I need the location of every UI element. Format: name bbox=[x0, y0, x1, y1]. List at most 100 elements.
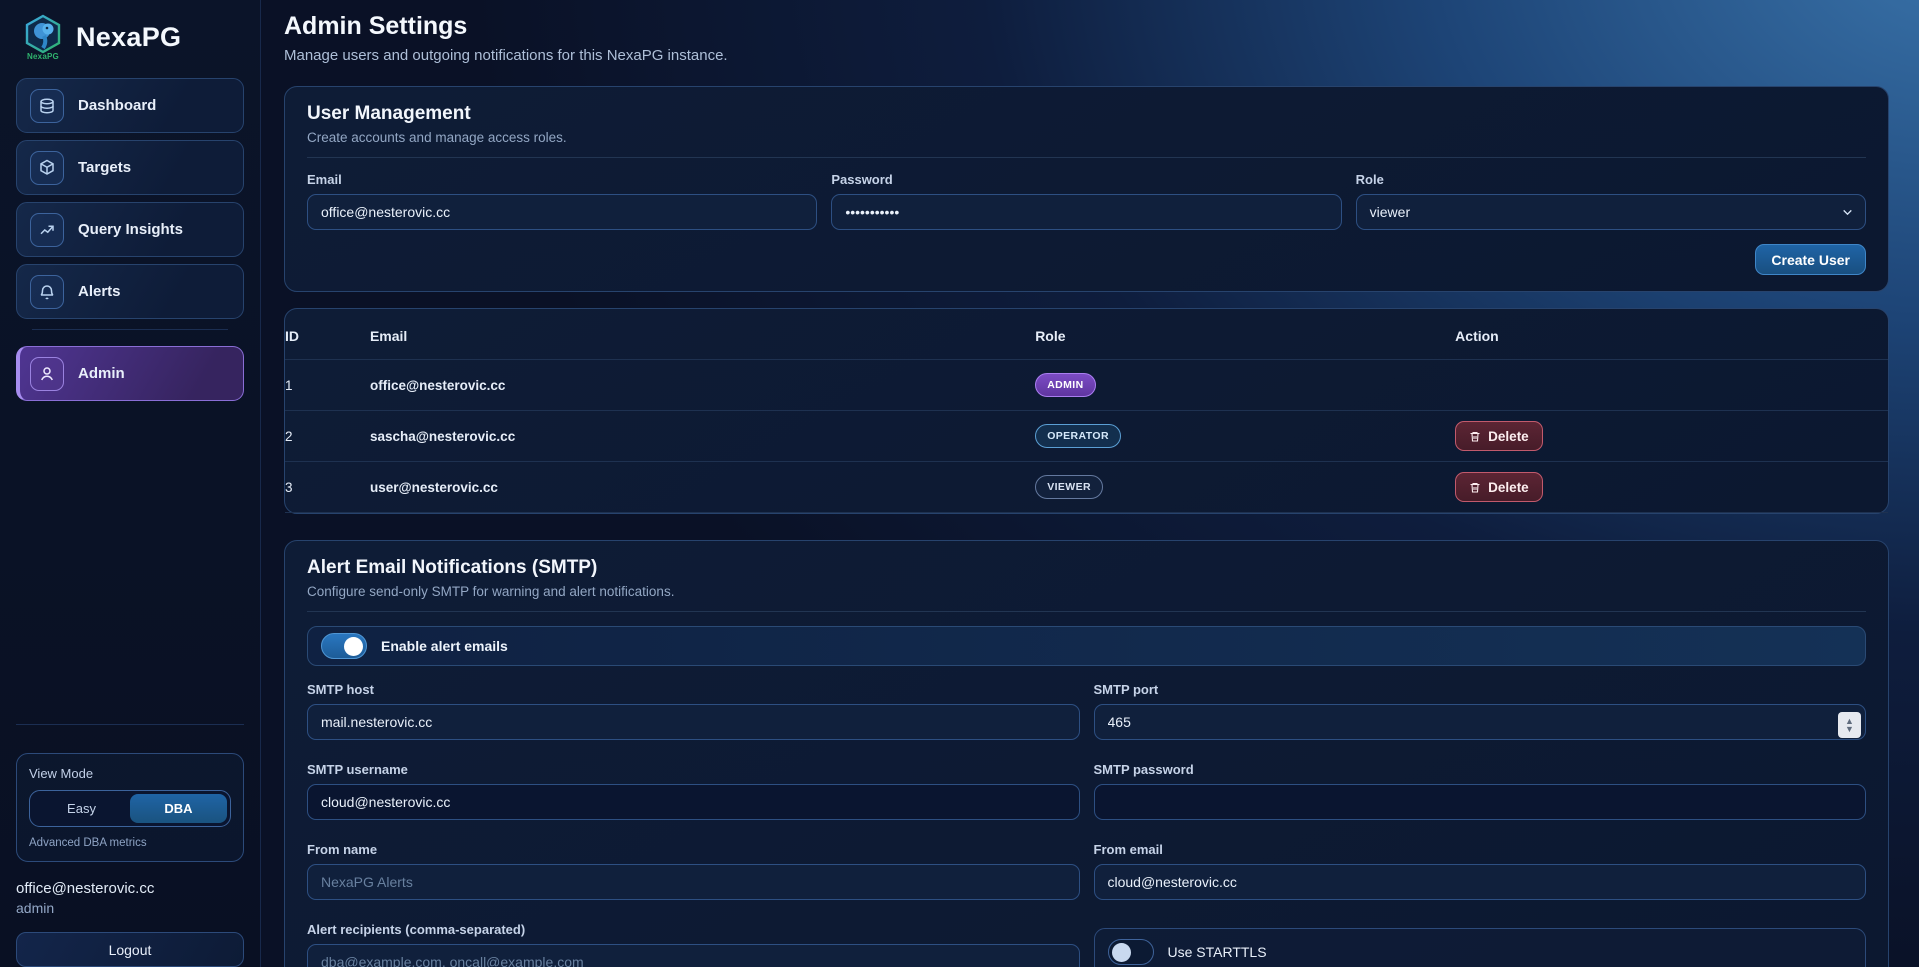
sidebar-divider bbox=[32, 329, 228, 330]
smtp-port-field[interactable] bbox=[1094, 704, 1867, 740]
starttls-label: Use STARTTLS bbox=[1168, 944, 1267, 960]
column-header-action: Action bbox=[1455, 309, 1888, 360]
table-row: 2 sascha@nesterovic.cc OPERATOR Delete bbox=[285, 411, 1888, 462]
trash-icon bbox=[1469, 430, 1481, 443]
user-management-title: User Management bbox=[307, 103, 1866, 125]
chart-line-icon bbox=[30, 213, 64, 247]
user-id: 2 bbox=[285, 411, 370, 462]
user-id: 3 bbox=[285, 462, 370, 513]
user-email: office@nesterovic.cc bbox=[370, 360, 1035, 411]
user-id: 1 bbox=[285, 360, 370, 411]
starttls-row: Use STARTTLS bbox=[1094, 928, 1867, 967]
from-name-label: From name bbox=[307, 842, 1080, 857]
divider bbox=[307, 157, 1866, 158]
users-table: ID Email Role Action 1 office@nesterovic… bbox=[285, 309, 1888, 513]
sidebar: NexaPG NexaPG Dashboard Targets bbox=[0, 0, 261, 967]
user-icon bbox=[30, 357, 64, 391]
current-user-role: admin bbox=[16, 900, 244, 916]
sidebar-nav: Dashboard Targets Query Insights bbox=[0, 78, 260, 408]
sidebar-item-alerts[interactable]: Alerts bbox=[16, 264, 244, 319]
chevron-down-icon bbox=[1841, 206, 1854, 219]
smtp-subtitle: Configure send-only SMTP for warning and… bbox=[307, 584, 1866, 599]
sidebar-item-dashboard[interactable]: Dashboard bbox=[16, 78, 244, 133]
logo: NexaPG NexaPG bbox=[0, 0, 260, 78]
view-mode-hint: Advanced DBA metrics bbox=[29, 837, 231, 849]
smtp-username-field[interactable] bbox=[307, 784, 1080, 820]
sidebar-spacer bbox=[0, 408, 260, 714]
user-management-card: User Management Create accounts and mana… bbox=[284, 86, 1889, 292]
enable-alert-emails-row: Enable alert emails bbox=[307, 626, 1866, 666]
user-management-subtitle: Create accounts and manage access roles. bbox=[307, 130, 1866, 145]
email-field[interactable] bbox=[307, 194, 817, 230]
recipients-group: Alert recipients (comma-separated) bbox=[307, 922, 1080, 967]
smtp-port-group: SMTP port ▲▼ bbox=[1094, 682, 1867, 740]
sidebar-item-query-insights[interactable]: Query Insights bbox=[16, 202, 244, 257]
divider bbox=[307, 611, 1866, 612]
recipients-field[interactable] bbox=[307, 944, 1080, 967]
sidebar-item-targets[interactable]: Targets bbox=[16, 140, 244, 195]
view-mode-option-easy[interactable]: Easy bbox=[33, 794, 130, 823]
smtp-form: SMTP host SMTP port ▲▼ SMTP username SMT… bbox=[307, 682, 1866, 967]
sidebar-item-label: Alerts bbox=[78, 283, 121, 300]
delete-user-button[interactable]: Delete bbox=[1455, 472, 1543, 502]
from-email-field[interactable] bbox=[1094, 864, 1867, 900]
column-header-id: ID bbox=[285, 309, 370, 360]
password-label: Password bbox=[831, 172, 1341, 187]
role-badge-viewer: VIEWER bbox=[1035, 475, 1103, 499]
role-select-value: viewer bbox=[1370, 204, 1410, 220]
sidebar-item-label: Admin bbox=[78, 365, 125, 382]
smtp-password-label: SMTP password bbox=[1094, 762, 1867, 777]
sidebar-item-label: Targets bbox=[78, 159, 131, 176]
table-row: 3 user@nesterovic.cc VIEWER Delete bbox=[285, 462, 1888, 513]
email-field-group: Email bbox=[307, 172, 817, 230]
app-root: NexaPG NexaPG Dashboard Targets bbox=[0, 0, 1919, 967]
delete-user-button[interactable]: Delete bbox=[1455, 421, 1543, 451]
smtp-host-field[interactable] bbox=[307, 704, 1080, 740]
starttls-toggle[interactable] bbox=[1108, 939, 1154, 965]
from-name-field[interactable] bbox=[307, 864, 1080, 900]
create-user-button[interactable]: Create User bbox=[1755, 244, 1866, 275]
view-mode-label: View Mode bbox=[29, 766, 231, 781]
role-select[interactable]: viewer bbox=[1356, 194, 1866, 230]
smtp-password-field[interactable] bbox=[1094, 784, 1867, 820]
action-cell-empty bbox=[1455, 360, 1888, 411]
smtp-port-label: SMTP port bbox=[1094, 682, 1867, 697]
smtp-username-group: SMTP username bbox=[307, 762, 1080, 820]
smtp-password-group: SMTP password bbox=[1094, 762, 1867, 820]
nexapg-logo-icon: NexaPG bbox=[22, 14, 64, 60]
enable-alert-emails-label: Enable alert emails bbox=[381, 638, 508, 654]
create-user-form: Email Password Role viewer bbox=[307, 172, 1866, 230]
sidebar-item-label: Dashboard bbox=[78, 97, 156, 114]
role-field-group: Role viewer bbox=[1356, 172, 1866, 230]
smtp-title: Alert Email Notifications (SMTP) bbox=[307, 557, 1866, 579]
enable-alert-emails-toggle[interactable] bbox=[321, 633, 367, 659]
page-title: Admin Settings bbox=[284, 12, 1889, 41]
column-header-email: Email bbox=[370, 309, 1035, 360]
smtp-host-group: SMTP host bbox=[307, 682, 1080, 740]
user-email: sascha@nesterovic.cc bbox=[370, 411, 1035, 462]
role-label: Role bbox=[1356, 172, 1866, 187]
column-header-role: Role bbox=[1035, 309, 1455, 360]
view-mode-option-dba[interactable]: DBA bbox=[130, 794, 227, 823]
form-footer: Create User bbox=[307, 244, 1866, 275]
role-badge-admin: ADMIN bbox=[1035, 373, 1095, 397]
role-badge-operator: OPERATOR bbox=[1035, 424, 1121, 448]
database-icon bbox=[30, 89, 64, 123]
view-mode-toggle: Easy DBA bbox=[29, 790, 231, 827]
smtp-username-label: SMTP username bbox=[307, 762, 1080, 777]
current-user-email: office@nesterovic.cc bbox=[16, 880, 244, 897]
password-field-group: Password bbox=[831, 172, 1341, 230]
smtp-host-label: SMTP host bbox=[307, 682, 1080, 697]
number-stepper[interactable]: ▲▼ bbox=[1838, 712, 1861, 738]
sidebar-item-label: Query Insights bbox=[78, 221, 183, 238]
table-header-row: ID Email Role Action bbox=[285, 309, 1888, 360]
password-field[interactable] bbox=[831, 194, 1341, 230]
users-table-card: ID Email Role Action 1 office@nesterovic… bbox=[284, 308, 1889, 514]
trash-icon bbox=[1469, 481, 1481, 494]
sidebar-item-admin[interactable]: Admin bbox=[16, 346, 244, 401]
page-subtitle: Manage users and outgoing notifications … bbox=[284, 47, 1889, 64]
logout-button[interactable]: Logout bbox=[16, 932, 244, 967]
cube-icon bbox=[30, 151, 64, 185]
bell-icon bbox=[30, 275, 64, 309]
main-content: Admin Settings Manage users and outgoing… bbox=[261, 0, 1919, 967]
